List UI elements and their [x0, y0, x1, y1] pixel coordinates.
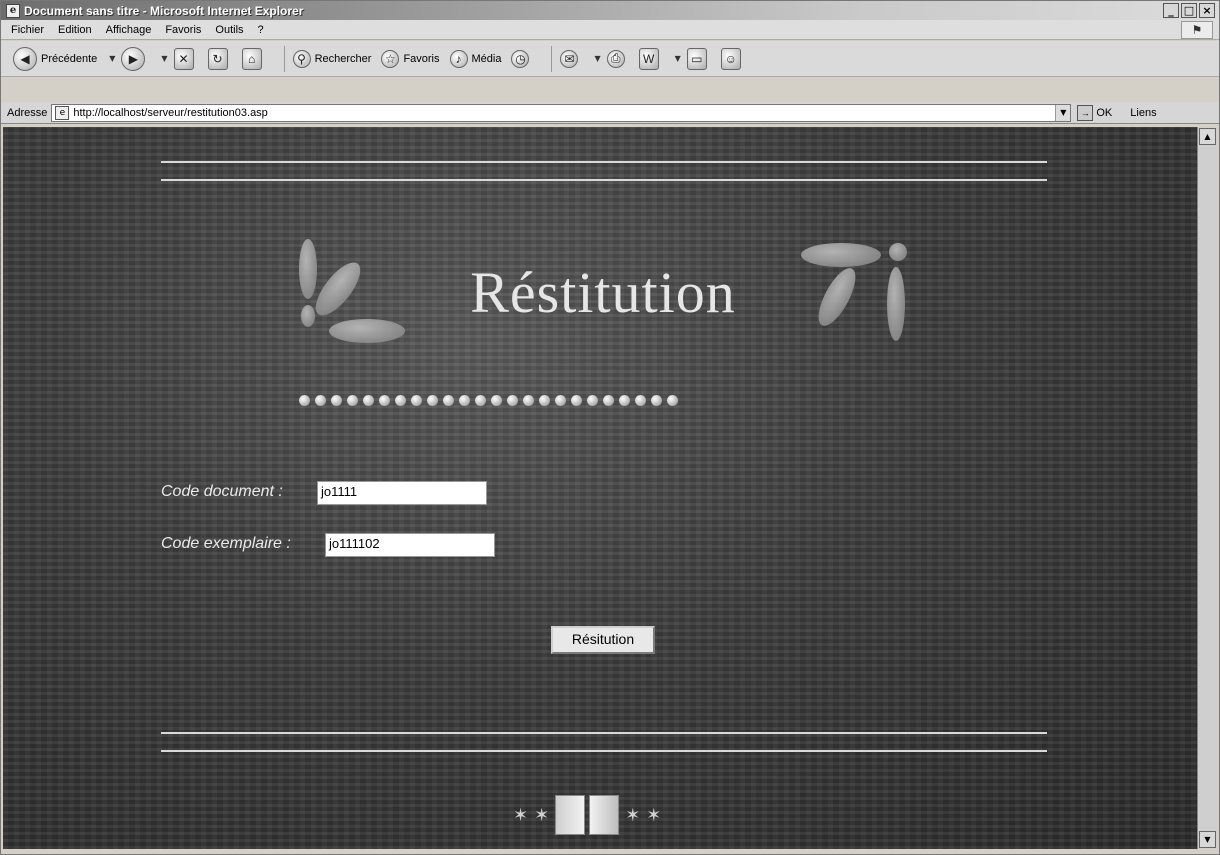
stop-icon: ✕	[173, 47, 194, 70]
page-content: Réstitution Code document : jo1111 Code …	[3, 127, 1197, 849]
maximize-button[interactable]: □	[1181, 3, 1197, 18]
star-icon: ☆	[381, 49, 400, 68]
search-label: Rechercher	[314, 52, 372, 65]
messenger-button[interactable]: ☺	[720, 47, 745, 70]
menu-bar: Fichier Edition Affichage Favoris Outils…	[1, 20, 1219, 40]
go-arrow-icon: →	[1077, 104, 1094, 121]
address-label: Adresse	[7, 106, 48, 119]
menu-affichage[interactable]: Affichage	[106, 24, 152, 36]
scroll-up-icon[interactable]: ▲	[1199, 128, 1216, 145]
edit-button[interactable]: W	[638, 47, 663, 70]
menu-favoris[interactable]: Favoris	[165, 24, 201, 36]
toolbar-separator	[283, 45, 285, 72]
scroll-down-icon[interactable]: ▼	[1199, 831, 1216, 848]
right-flower-ornament	[795, 239, 915, 349]
standard-toolbar: ◀ Précédente ▼ ▶ ▼ ✕ ↻ ⌂ ⚲ Rechercher ☆ …	[1, 41, 1219, 102]
page-icon: e	[55, 105, 70, 120]
windows-logo-icon: ⚑	[1181, 21, 1213, 39]
favorites-button[interactable]: ☆ Favoris	[381, 49, 440, 68]
top-divider-2	[161, 179, 1047, 181]
mail-dropdown-icon[interactable]: ▼	[594, 54, 600, 63]
top-divider-1	[161, 161, 1047, 163]
code-document-input[interactable]: jo1111	[317, 481, 487, 505]
history-icon: ◷	[511, 49, 530, 68]
refresh-icon: ↻	[207, 47, 228, 70]
links-button[interactable]: Liens	[1130, 107, 1156, 119]
refresh-button[interactable]: ↻	[207, 47, 232, 70]
address-url[interactable]: http://localhost/serveur/restitution03.a…	[73, 107, 1055, 119]
back-arrow-icon: ◀	[13, 46, 37, 71]
messenger-icon: ☺	[720, 47, 741, 70]
discuss-button[interactable]: ▭	[686, 47, 711, 70]
vertical-scrollbar[interactable]: ▲ ▼	[1197, 127, 1217, 849]
code-exemplaire-input[interactable]: jo111102	[325, 533, 495, 557]
minimize-button[interactable]: _	[1163, 3, 1179, 18]
media-button[interactable]: ♪ Média	[449, 49, 502, 68]
history-button[interactable]: ◷	[511, 49, 533, 68]
mail-icon: ✉	[560, 49, 579, 68]
go-button[interactable]: → OK	[1077, 104, 1113, 121]
close-button[interactable]: ×	[1199, 3, 1215, 18]
mail-button[interactable]: ✉	[560, 49, 582, 68]
ie-app-icon: e	[6, 3, 20, 18]
word-icon: W	[638, 47, 659, 70]
print-icon: ⎙	[606, 49, 625, 68]
star-ornament-icon: ✶	[513, 804, 529, 826]
open-book-icon	[555, 795, 620, 835]
footer-ornament: ✶ ✶ ✶ ✶	[513, 795, 661, 835]
forward-button[interactable]: ▶	[121, 46, 149, 71]
star-ornament-icon: ✶	[534, 804, 550, 826]
print-button[interactable]: ⎙	[606, 49, 629, 68]
back-button[interactable]: ◀ Précédente	[13, 46, 98, 71]
star-ornament-icon: ✶	[625, 804, 641, 826]
go-label: OK	[1096, 106, 1113, 119]
back-label: Précédente	[41, 52, 98, 65]
bottom-divider-2	[161, 750, 1047, 752]
stop-button[interactable]: ✕	[173, 47, 198, 70]
menu-edition[interactable]: Edition	[58, 24, 92, 36]
menu-fichier[interactable]: Fichier	[11, 24, 44, 36]
edit-dropdown-icon[interactable]: ▼	[675, 54, 681, 63]
address-bar: Adresse e http://localhost/serveur/resti…	[1, 102, 1219, 124]
bead-divider	[299, 395, 678, 406]
toolbar-separator-2	[551, 45, 553, 72]
search-icon: ⚲	[292, 49, 311, 68]
home-icon: ⌂	[241, 47, 262, 70]
code-document-label: Code document :	[161, 483, 283, 500]
star-ornament-icon: ✶	[646, 804, 662, 826]
home-button[interactable]: ⌂	[241, 47, 266, 70]
window-controls: _ □ ×	[1163, 3, 1215, 18]
restitution-submit-button[interactable]: Résitution	[551, 626, 655, 654]
forward-arrow-icon: ▶	[121, 46, 146, 71]
bottom-divider-1	[161, 732, 1047, 734]
code-exemplaire-label: Code exemplaire :	[161, 535, 291, 552]
title-bar: e Document sans titre - Microsoft Intern…	[1, 1, 1219, 20]
browser-window: e Document sans titre - Microsoft Intern…	[0, 0, 1220, 855]
discuss-icon: ▭	[686, 47, 707, 70]
address-input[interactable]: e http://localhost/serveur/restitution03…	[51, 103, 1072, 122]
window-title: Document sans titre - Microsoft Internet…	[24, 3, 304, 18]
forward-dropdown-icon[interactable]: ▼	[161, 54, 167, 63]
menu-help[interactable]: ?	[258, 24, 264, 36]
media-icon: ♪	[449, 49, 468, 68]
media-label: Média	[471, 52, 502, 65]
address-dropdown-icon[interactable]: ▼	[1055, 104, 1071, 121]
search-button[interactable]: ⚲ Rechercher	[292, 49, 372, 68]
favorites-label: Favoris	[403, 52, 440, 65]
menu-outils[interactable]: Outils	[215, 24, 243, 36]
back-dropdown-icon[interactable]: ▼	[109, 54, 115, 63]
